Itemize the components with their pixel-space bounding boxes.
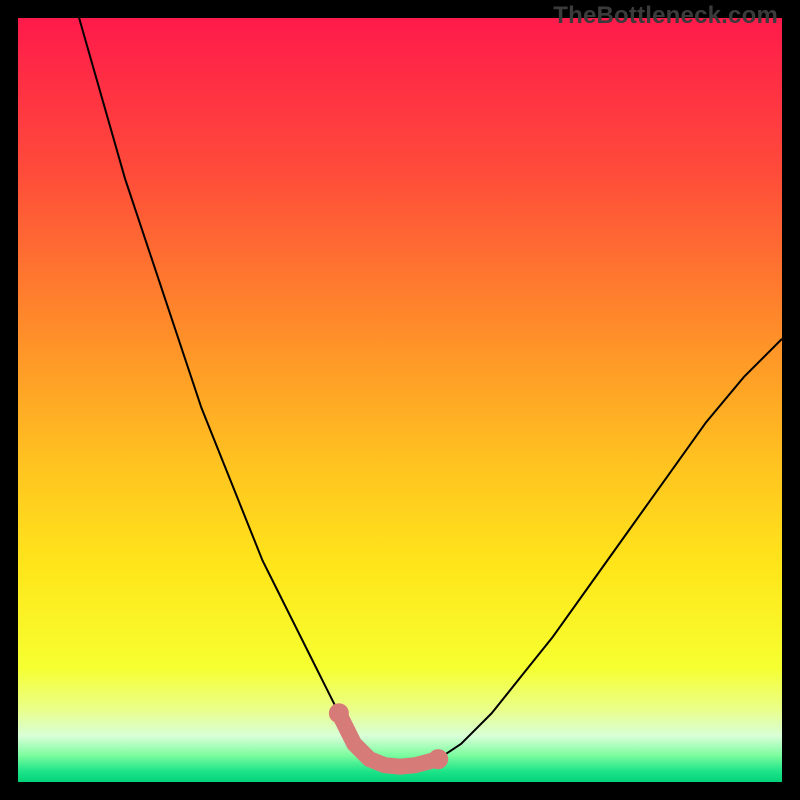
highlight-end-dot: [428, 749, 448, 769]
bottleneck-chart: [18, 18, 782, 782]
outer-frame: TheBottleneck.com: [0, 0, 800, 800]
gradient-background: [18, 18, 782, 782]
highlight-end-dot: [329, 703, 349, 723]
plot-area: [18, 18, 782, 782]
watermark-text: TheBottleneck.com: [553, 2, 778, 30]
